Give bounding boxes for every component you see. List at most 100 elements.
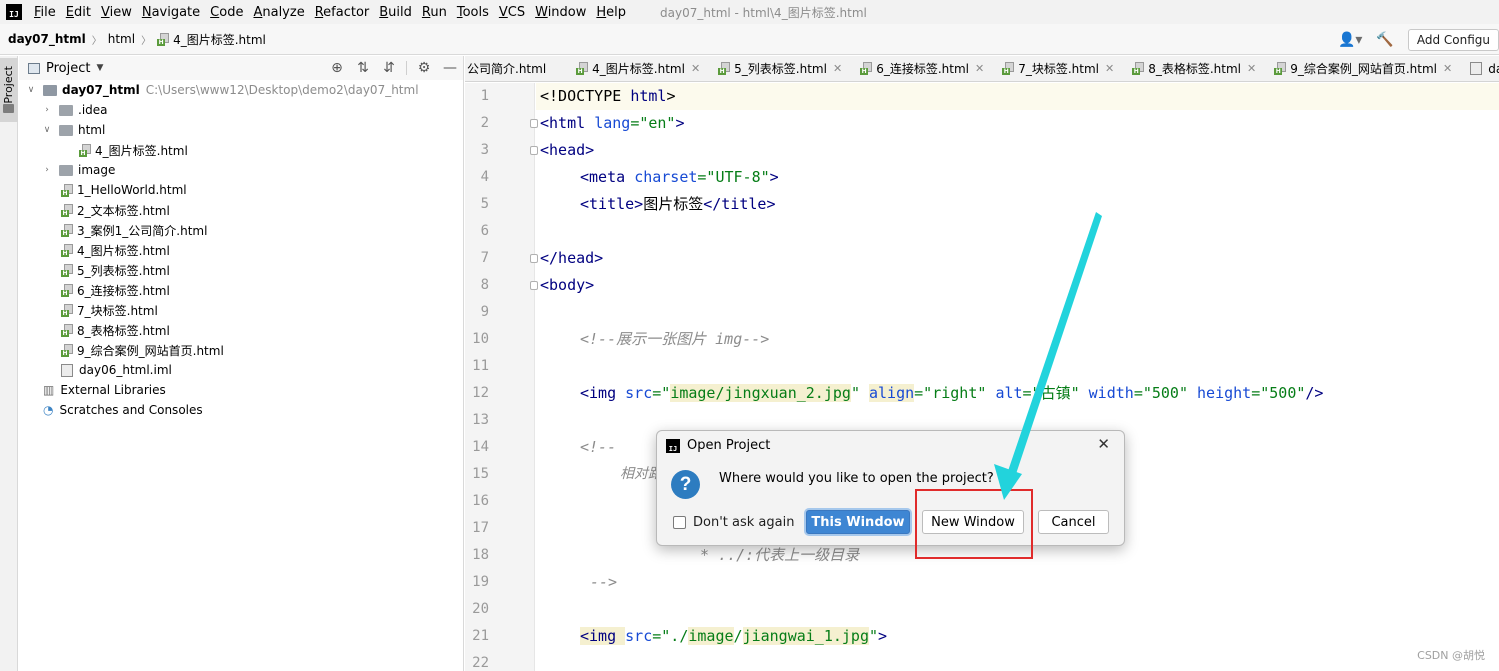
tree-item-idea[interactable]: › .idea — [19, 100, 464, 120]
line-number: 10 — [472, 331, 489, 347]
breadcrumb-project[interactable]: day07_html — [8, 32, 86, 46]
editor-tab[interactable]: H 8_表格标签.html ✕ — [1132, 60, 1264, 77]
expand-all-icon[interactable]: ⇅ — [350, 60, 376, 76]
menu-view[interactable]: View — [101, 5, 138, 20]
tree-item-file[interactable]: H 6_连接标签.html — [19, 280, 464, 300]
line-number: 1 — [480, 88, 489, 104]
this-window-button[interactable]: This Window — [806, 510, 910, 534]
menu-tools[interactable]: Tools — [457, 5, 495, 20]
fold-marker-icon[interactable] — [530, 254, 538, 263]
build-hammer-icon[interactable]: 🔨 — [1376, 32, 1393, 48]
chevron-right-icon[interactable]: › — [41, 105, 53, 115]
checkbox-box[interactable] — [673, 516, 686, 529]
tree-item-file[interactable]: H 4_图片标签.html — [19, 240, 464, 260]
minimize-icon[interactable]: — — [437, 60, 463, 76]
editor-tab[interactable]: H 5_列表标签.html ✕ — [718, 60, 850, 77]
breadcrumb-separator-icon: 〉 — [91, 35, 102, 47]
chevron-down-icon[interactable]: ∨ — [25, 85, 37, 95]
menu-file[interactable]: File — [34, 5, 62, 20]
menu-edit[interactable]: Edit — [66, 5, 97, 20]
folder-icon — [59, 104, 73, 116]
close-icon[interactable]: ✕ — [1443, 62, 1452, 75]
menu-navigate[interactable]: Navigate — [142, 5, 206, 20]
code-line: <img src="image/jingxuan_2.jpg" align="r… — [580, 384, 1324, 402]
tree-item-file[interactable]: H 5_列表标签.html — [19, 260, 464, 280]
menu-code[interactable]: Code — [210, 5, 249, 20]
tree-item-file[interactable]: H 7_块标签.html — [19, 300, 464, 320]
editor-tab[interactable]: day06_ — [1470, 62, 1499, 76]
code-line: <!DOCTYPE html> — [540, 87, 676, 105]
tree-item-label: 3_案例1_公司简介.html — [77, 223, 208, 238]
chevron-right-icon[interactable]: › — [41, 165, 53, 175]
editor-gutter: 1 2 3 4 5 6 7 8 9 10 11 12 13 14 15 16 1… — [465, 83, 535, 671]
tree-item-html-folder[interactable]: ∨ html — [19, 120, 464, 140]
menu-window[interactable]: Window — [535, 5, 592, 20]
tree-item-file[interactable]: H 9_综合案例_网站首页.html — [19, 340, 464, 360]
menu-analyze[interactable]: Analyze — [253, 5, 310, 20]
project-tool-tab[interactable]: Project — [0, 58, 18, 122]
tree-item-root[interactable]: ∨ day07_html C:\Users\www12\Desktop\demo… — [19, 80, 464, 100]
tree-item-label: 9_综合案例_网站首页.html — [77, 343, 224, 358]
html-file-icon: H — [576, 62, 589, 75]
fold-marker-icon[interactable] — [530, 281, 538, 290]
menu-vcs[interactable]: VCS — [499, 5, 531, 20]
left-tool-stripe: Project — [0, 56, 18, 671]
tree-item-file[interactable]: H 1_HelloWorld.html — [19, 180, 464, 200]
close-icon[interactable]: ✕ — [975, 62, 984, 75]
editor-tab[interactable]: H 4_图片标签.html ✕ — [576, 60, 708, 77]
cancel-button[interactable]: Cancel — [1038, 510, 1109, 534]
tree-item-external-libraries[interactable]: ▥ External Libraries — [19, 380, 464, 400]
editor-tabs: 公司简介.html H 4_图片标签.html ✕ H 5_列表标签.html … — [465, 56, 1499, 82]
chevron-down-icon[interactable]: ∨ — [41, 125, 53, 135]
breadcrumb-file[interactable]: H 4_图片标签.html — [157, 31, 266, 48]
code-comment: --> — [590, 573, 618, 591]
menu-help[interactable]: Help — [596, 5, 632, 20]
tree-item-file[interactable]: H 8_表格标签.html — [19, 320, 464, 340]
dont-ask-again-checkbox[interactable]: Don't ask again — [673, 515, 794, 530]
breadcrumb-folder[interactable]: html — [108, 32, 135, 46]
line-number: 17 — [472, 520, 489, 536]
menu-run[interactable]: Run — [422, 5, 453, 20]
tree-item-scratches[interactable]: ◔ Scratches and Consoles — [19, 400, 464, 420]
line-number: 6 — [480, 223, 489, 239]
collapse-all-icon[interactable]: ⇵ — [376, 60, 402, 76]
ide-window: IJ File Edit View Navigate Code Analyze … — [0, 0, 1499, 671]
editor-tab[interactable]: H 6_连接标签.html ✕ — [860, 60, 992, 77]
iml-file-icon — [61, 363, 73, 377]
menu-refactor[interactable]: Refactor — [315, 5, 376, 20]
html-file-icon: H — [61, 243, 73, 257]
editor-tab[interactable]: H 9_综合案例_网站首页.html ✕ — [1274, 60, 1460, 77]
tree-item-label: day06_html.iml — [79, 363, 172, 377]
folder-icon — [59, 124, 73, 136]
close-icon[interactable]: ✕ — [1105, 62, 1114, 75]
close-icon[interactable]: ✕ — [833, 62, 842, 75]
tab-label: 5_列表标签.html — [734, 62, 827, 76]
html-file-icon: H — [1002, 62, 1015, 75]
tree-item-label: External Libraries — [60, 383, 166, 397]
code-line: <img src="./image/jiangwai_1.jpg"> — [580, 627, 888, 645]
locate-target-icon[interactable]: ⊕ — [324, 60, 350, 76]
chevron-down-icon[interactable]: ▼ — [96, 63, 103, 73]
menu-build[interactable]: Build — [379, 5, 418, 20]
close-icon[interactable]: ✕ — [691, 62, 700, 75]
html-file-icon: H — [61, 323, 73, 337]
tree-item-label: 1_HelloWorld.html — [77, 183, 187, 197]
close-icon[interactable]: ✕ — [1247, 62, 1256, 75]
project-panel-title[interactable]: Project — [46, 61, 90, 76]
code-line: </head> — [530, 245, 603, 272]
module-folder-icon — [43, 84, 57, 96]
tree-item-file[interactable]: H 2_文本标签.html — [19, 200, 464, 220]
project-panel-header: Project ▼ ⊕ ⇅ ⇵ ⚙ — — [19, 56, 463, 80]
fold-marker-icon[interactable] — [530, 119, 538, 128]
user-icon[interactable]: 👤▾ — [1338, 32, 1362, 48]
editor-tab[interactable]: 公司简介.html — [465, 60, 554, 77]
gear-icon[interactable]: ⚙ — [411, 60, 437, 76]
tree-item-file[interactable]: H 3_案例1_公司简介.html — [19, 220, 464, 240]
add-configuration-button[interactable]: Add Configu — [1407, 28, 1499, 51]
tree-item-iml[interactable]: day06_html.iml — [19, 360, 464, 380]
tree-item-label: 5_列表标签.html — [77, 263, 170, 278]
fold-marker-icon[interactable] — [530, 146, 538, 155]
tree-item-file[interactable]: H 4_图片标签.html — [19, 140, 464, 160]
editor-tab[interactable]: H 7_块标签.html ✕ — [1002, 60, 1122, 77]
tree-item-image-folder[interactable]: › image — [19, 160, 464, 180]
